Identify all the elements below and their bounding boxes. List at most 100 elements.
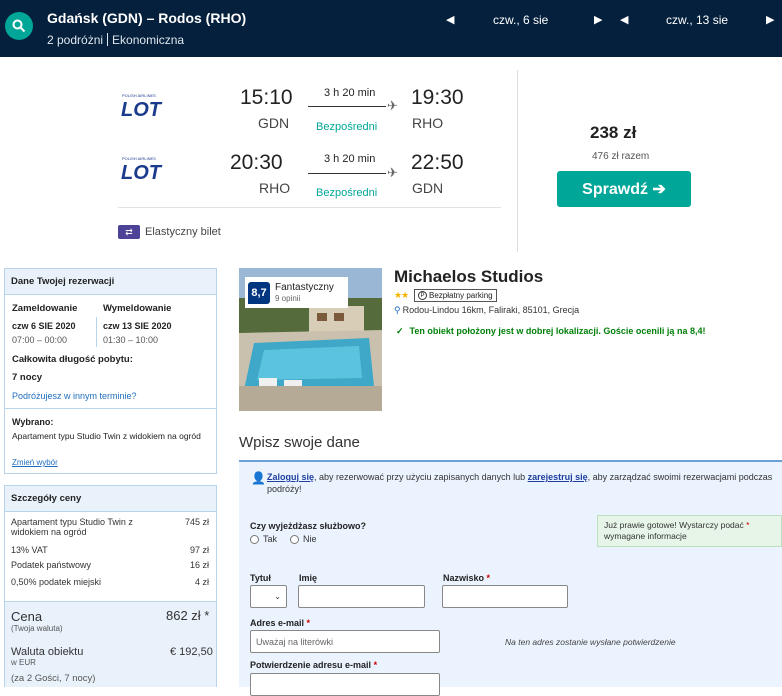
price-total-label: Cena [11, 609, 43, 624]
email-label: Adres e-mail * [250, 618, 310, 628]
business-trip-question: Czy wyjeżdżasz służbowo? [250, 521, 367, 531]
outbound-duration: 3 h 20 min [324, 87, 376, 99]
inbound-route-line [308, 173, 386, 174]
cabin-class: Ekonomiczna [112, 33, 185, 47]
travellers-count: 2 podróżni [47, 33, 104, 47]
checkout-time: 01:30 – 10:00 [103, 335, 159, 345]
checkout-label: Wymeldowanie [103, 303, 172, 314]
svg-text:POLISH AIRLINES: POLISH AIRLINES [122, 93, 156, 98]
price-row-value: 97 zł [189, 545, 209, 555]
inbound-arrive-code: GDN [412, 180, 444, 196]
outbound-stops: Bezpośredni [316, 121, 378, 133]
location-pin-icon: ⚲ [394, 305, 401, 315]
divider [118, 207, 501, 208]
property-currency-sub: w EUR [11, 658, 36, 667]
outbound-arrive-time: 19:30 [411, 86, 464, 109]
depart-date-next-icon[interactable]: ▶ [594, 13, 602, 26]
price-total-sub: (Twoja waluta) [11, 624, 63, 633]
rating-badge: 8,7 Fantastyczny 9 opinii [245, 277, 348, 308]
business-yes-radio[interactable]: Tak [250, 534, 277, 544]
parking-icon: P [418, 291, 427, 300]
divider [96, 317, 97, 347]
price-row-label: 13% VAT [11, 545, 48, 555]
property-currency-value: € 192,50 [170, 646, 213, 658]
change-room-link[interactable]: Zmień wybór [12, 458, 58, 467]
radio-label: Tak [263, 534, 278, 544]
price-row-value: 4 zł [194, 577, 209, 587]
first-name-label: Imię [299, 573, 318, 583]
checkin-time: 07:00 – 00:00 [12, 335, 68, 345]
location-note: ✓ Ten obiekt położony jest w dobrej lokal… [396, 326, 705, 337]
required-mark: * [746, 520, 750, 530]
title-select[interactable]: ⌄ [250, 585, 287, 608]
route-title[interactable]: Gdańsk (GDN) – Rodos (RHO) [47, 10, 246, 26]
ticket-icon: ⇄ [118, 225, 140, 239]
divider [107, 33, 109, 46]
parking-text: Bezpłatny parking [429, 291, 493, 300]
email-confirm-label-text: Potwierdzenie adresu e-mail [250, 660, 372, 670]
property-currency-label: Waluta obiektu [11, 646, 84, 658]
user-icon: 👤 [251, 471, 266, 485]
form-title: Wpisz swoje dane [239, 434, 360, 451]
address-text: Rodou-Lindou 16km, Faliraki, 85101, Grec… [402, 305, 580, 315]
radio-circle-icon [250, 534, 259, 544]
stay-length-label: Całkowita długość pobytu: [12, 354, 133, 365]
outbound-route-line [308, 106, 386, 107]
last-name-input[interactable] [442, 585, 568, 608]
sign-in-link[interactable]: Zaloguj się [267, 472, 314, 482]
business-no-radio[interactable]: Nie [290, 534, 317, 544]
inbound-arrive-time: 22:50 [411, 151, 464, 174]
plane-icon: ✈ [387, 98, 398, 113]
email-confirm-input[interactable] [250, 673, 440, 696]
checkin-date: czw 6 SIE 2020 [12, 321, 76, 331]
hotel-name: Michaelos Studios [394, 267, 544, 286]
review-score: 8,7 [248, 281, 270, 304]
inbound-stops: Bezpośredni [316, 187, 378, 199]
search-button[interactable] [5, 12, 33, 40]
return-date-prev-icon[interactable]: ◀ [620, 13, 628, 26]
register-link[interactable]: zarejestruj się [528, 472, 588, 482]
first-name-input[interactable] [298, 585, 425, 608]
svg-text:LOT: LOT [121, 162, 163, 184]
svg-text:LOT: LOT [121, 99, 163, 121]
check-flight-button[interactable]: Sprawdź ➔ [557, 171, 691, 207]
price-row-label: Apartament typu Studio Twin z widokiem n… [11, 517, 133, 537]
price-total-value: 862 zł * [166, 608, 210, 623]
depart-date-prev-icon[interactable]: ◀ [446, 13, 454, 26]
login-note: Zaloguj się, aby rezerwować przy użyciu … [267, 471, 779, 495]
panel-heading: Dane Twojej rezerwacji [5, 269, 216, 295]
hotel-address: ⚲ Rodou-Lindou 16km, Faliraki, 85101, Gre… [394, 305, 579, 316]
required-mark: * [306, 618, 311, 628]
rating-label: Fantastyczny [275, 282, 334, 293]
chosen-room: Apartament typu Studio Twin z widokiem n… [12, 431, 201, 441]
email-input[interactable] [250, 630, 440, 653]
stay-length-value: 7 nocy [12, 372, 43, 383]
search-icon [12, 19, 26, 33]
title-label: Tytuł [250, 573, 271, 583]
flight-price-total: 476 zł razem [592, 151, 650, 162]
outbound-depart-code: GDN [258, 115, 290, 131]
booking-details-panel: Dane Twojej rezerwacji Zameldowanie czw … [4, 268, 217, 474]
chevron-down-icon: ⌄ [274, 592, 281, 601]
almost-done-text: wymagane informacje [604, 531, 687, 541]
lot-airline-logo: POLISH AIRLINES LOT [121, 156, 163, 184]
checkout-date: czw 13 SIE 2020 [103, 321, 172, 331]
panel-heading: Szczegóły ceny [5, 486, 216, 512]
radio-label: Nie [303, 534, 317, 544]
email-confirm-label: Potwierdzenie adresu e-mail * [250, 660, 377, 670]
return-date[interactable]: czw., 13 sie [666, 13, 728, 27]
return-date-next-icon[interactable]: ▶ [766, 13, 774, 26]
outbound-arrive-code: RHO [412, 115, 444, 131]
price-row: 13% VAT 97 zł [11, 545, 209, 555]
other-dates-link[interactable]: Podróżujesz w innym terminie? [12, 391, 137, 401]
depart-date[interactable]: czw., 6 sie [493, 13, 548, 27]
last-name-label: Nazwisko * [443, 573, 490, 583]
checkin-label: Zameldowanie [12, 303, 78, 314]
required-mark: * [486, 573, 491, 583]
outbound-depart-time: 15:10 [240, 86, 293, 109]
divider [5, 408, 216, 409]
almost-done-text: Już prawie gotowe! Wystarczy podać [604, 520, 744, 530]
route-subtitle[interactable]: 2 podróżni Ekonomiczna [47, 33, 184, 47]
email-confirmation-note: Na ten adres zostanie wysłane potwierdze… [505, 637, 676, 647]
price-row: 0,50% podatek miejski 4 zł [11, 577, 209, 587]
